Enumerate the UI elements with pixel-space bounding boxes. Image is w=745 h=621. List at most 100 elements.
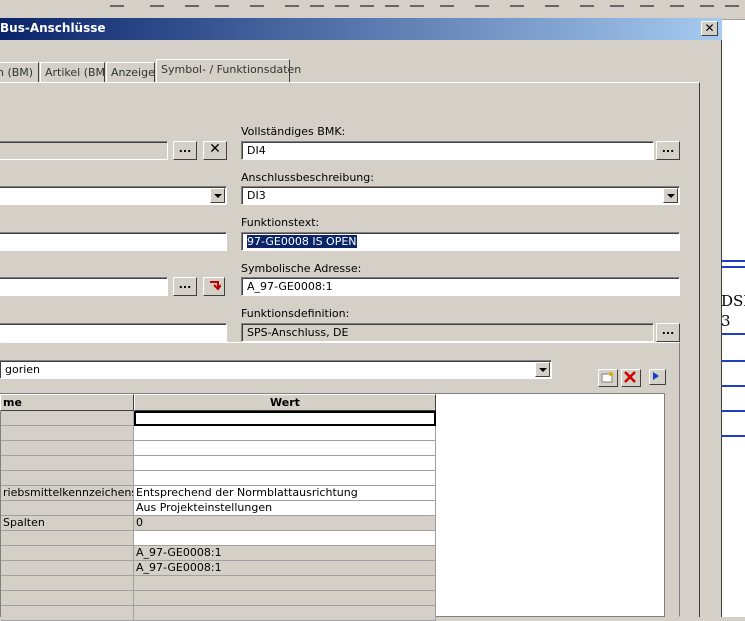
chevron-down-icon[interactable] [210,188,225,203]
table-row-name[interactable] [1,561,134,576]
left-field-5[interactable] [0,323,227,342]
toolbar-icon[interactable] [360,1,374,7]
bmk-label: Vollständiges BMK: [241,125,346,138]
left-dropdown[interactable] [0,186,227,205]
host-text: DSE [721,292,745,310]
chevron-down-icon[interactable] [535,362,550,377]
toolbar-icon[interactable] [310,1,324,7]
new-icon[interactable] [598,369,618,387]
clear-icon[interactable]: ✕ [203,141,227,160]
schematic-line [722,260,745,262]
toolbar-icon[interactable] [440,1,454,7]
toolbar-icon[interactable] [475,1,489,7]
bmk-field[interactable]: DI4 [241,141,654,160]
reset-icon[interactable] [203,277,225,296]
browse-button[interactable]: ... [173,277,197,296]
toolbar-icon[interactable] [510,1,524,7]
symbadr-label: Symbolische Adresse: [241,262,362,275]
toolbar-icon[interactable] [385,1,399,7]
toolbar-icon[interactable] [670,1,684,7]
table-row-value[interactable]: 0 [134,516,436,531]
schematic-line [722,360,745,362]
host-text: 3 [721,312,731,330]
chevron-down-icon[interactable] [663,188,678,203]
table-row-name[interactable] [1,411,134,426]
table-row-value[interactable]: Entsprechend der Normblattausrichtung [134,486,436,501]
tab-symbol-funktionsdaten[interactable]: Symbol- / Funktionsdaten [156,59,301,83]
table-row-value[interactable]: Aus Projekteinstellungen [134,501,436,516]
anschluss-label: Anschlussbeschreibung: [241,171,374,184]
tab-anzeige[interactable]: Anzeige [106,62,155,83]
bmk-browse-button[interactable]: ... [656,141,680,160]
schematic-line [722,266,745,268]
table-row-name[interactable] [1,576,134,591]
table-row-value[interactable] [134,456,436,471]
property-grid: me Wert riebsmittelkennzeichens Entsprech… [0,393,665,621]
column-header-name[interactable]: me [0,394,134,411]
schematic-line [722,410,745,412]
anschluss-value: DI3 [247,189,266,202]
category-dropdown[interactable]: gorien [0,360,552,379]
column-header-value[interactable]: Wert [134,394,436,411]
table-row-name[interactable] [1,546,134,561]
toolbar-icon[interactable] [580,1,594,7]
table-row-value[interactable] [134,441,436,456]
table-row-value[interactable]: A_97-GE0008:1 [134,561,436,576]
toolbar-icon[interactable] [150,1,164,7]
table-row-name[interactable] [1,456,134,471]
schematic-line [722,333,745,335]
table-row-name[interactable]: Spalten [1,516,134,531]
properties-dialog: Bus-Anschlüsse ✕ n (BM) Artikel (BM) Anz… [0,18,722,621]
toolbar-icon[interactable] [185,1,199,7]
toolbar-icon[interactable] [250,1,264,7]
table-row-name[interactable] [1,606,134,621]
table-row-name[interactable] [1,591,134,606]
table-row-value[interactable] [134,426,436,441]
symbadr-field[interactable]: A_97-GE0008:1 [241,277,680,296]
tab-n-bm[interactable]: n (BM) [0,62,39,83]
toolbar-icon[interactable] [545,1,559,7]
funkdef-field: SPS-Anschluss, DE [241,323,654,342]
left-field-4[interactable] [0,277,168,296]
toolbar-icon[interactable] [285,1,299,7]
browse-button[interactable]: ... [173,141,197,160]
table-row-name[interactable] [1,531,134,546]
toolbar-icon[interactable] [640,1,654,7]
delete-icon[interactable] [621,369,641,387]
table-row-value[interactable] [134,471,436,486]
table-row-value[interactable] [134,531,436,546]
category-value: gorien [5,363,41,376]
table-row-name[interactable]: riebsmittelkennzeichens [1,486,134,501]
expand-arrow-icon[interactable] [649,369,666,385]
left-field-1[interactable] [0,141,168,160]
table-row-name[interactable] [1,426,134,441]
funktionstext-value: 97-GE0008 IS OPEN [247,235,357,248]
toolbar-icon[interactable] [410,1,424,7]
funktionstext-field[interactable]: 97-GE0008 IS OPEN [241,232,680,251]
table-row-value[interactable] [134,606,436,621]
table-row-name[interactable] [1,501,134,516]
anschluss-dropdown[interactable]: DI3 [241,186,680,205]
tab-artikel-bm[interactable]: Artikel (BM) [40,62,109,83]
table-row-name[interactable] [1,471,134,486]
funkdef-label: Funktionsdefinition: [241,307,350,320]
host-toolbar [0,0,745,20]
toolbar-icon[interactable] [725,1,739,7]
schematic-line [722,435,745,437]
table-row-value[interactable] [134,576,436,591]
toolbar-icon[interactable] [215,1,229,7]
funktionstext-label: Funktionstext: [241,216,320,229]
toolbar-icon[interactable] [110,1,124,7]
toolbar-icon[interactable] [610,1,624,7]
table-row-value[interactable] [134,411,436,426]
toolbar-icon[interactable] [700,1,714,7]
left-field-3[interactable] [0,232,227,251]
toolbar-icon[interactable] [335,1,349,7]
funkdef-browse-button[interactable]: ... [656,323,680,342]
title-bar[interactable]: Bus-Anschlüsse ✕ [0,18,722,40]
table-row-value[interactable] [134,591,436,606]
table-row-value[interactable]: A_97-GE0008:1 [134,546,436,561]
close-button[interactable]: ✕ [701,21,718,36]
schematic-line [722,385,745,387]
table-row-name[interactable] [1,441,134,456]
